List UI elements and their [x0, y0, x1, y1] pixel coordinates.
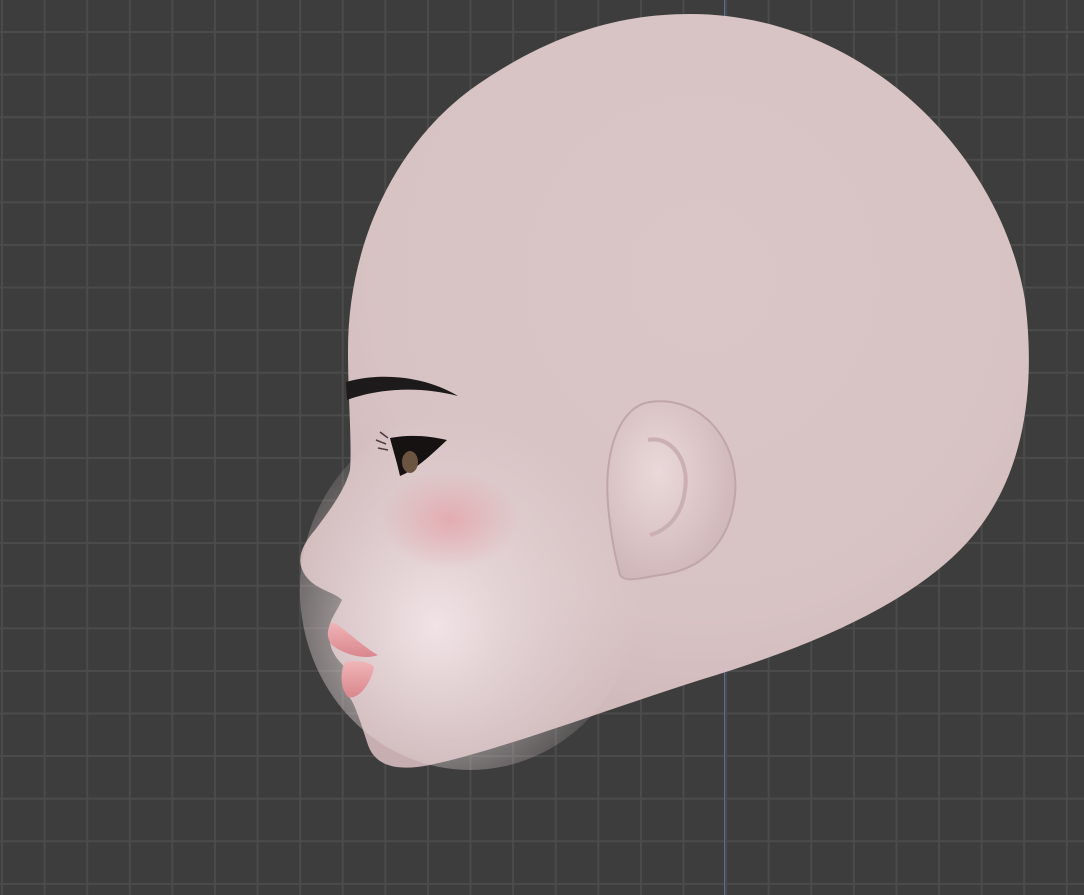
eye-iris	[402, 451, 418, 473]
3d-viewport[interactable]	[0, 0, 1084, 895]
face-highlight	[300, 410, 640, 770]
cheek-blush	[380, 470, 520, 570]
head-model[interactable]	[0, 0, 1084, 895]
